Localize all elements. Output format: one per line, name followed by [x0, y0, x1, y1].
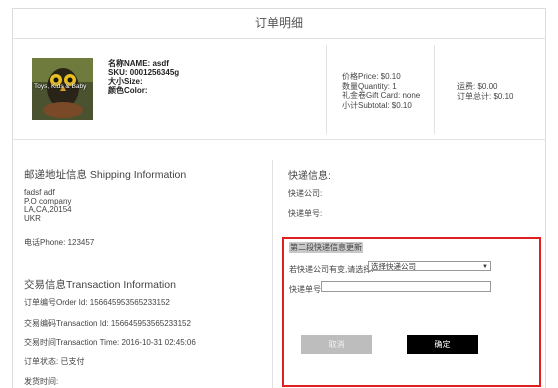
product-row: Toys, Kids & Baby 名称NAME: asdf SKU: 0001… — [12, 39, 546, 140]
express-heading: 快递信息: — [288, 171, 331, 182]
transaction-heading: 交易信息Transaction Information — [24, 279, 176, 291]
divider — [326, 45, 327, 134]
chevron-down-icon: ▼ — [482, 264, 488, 270]
product-info: 名称NAME: asdf SKU: 0001256345g 大小Size: 颜色… — [108, 59, 179, 95]
order-total: 订单总计: $0.10 — [457, 91, 514, 101]
express-company: 快递公司: — [288, 189, 323, 198]
transaction-id: 交易编码Transaction Id: 156645953565233152 — [24, 319, 191, 328]
product-image-caption: Toys, Kids & Baby — [34, 83, 87, 90]
ship-time: 发货时间: — [24, 377, 59, 386]
product-sku: SKU: 0001256345g — [108, 68, 180, 77]
gift-card-value: 礼金卷Gift Card: none — [342, 91, 421, 100]
product-size: 大小Size: — [108, 77, 143, 86]
address-line: UKR — [24, 213, 41, 223]
price-value: 价格Price: $0.10 — [342, 72, 401, 81]
express-company-select[interactable]: 选择快递公司 ▼ — [368, 261, 491, 271]
confirm-button[interactable]: 确定 — [407, 335, 478, 354]
shipping-heading: 邮递地址信息 Shipping Information — [24, 169, 187, 181]
pricing-info: 价格Price: $0.10 数量Quantity: 1 礼金卷Gift Car… — [342, 72, 420, 110]
order-status: 订单状态: 已支付 — [24, 357, 85, 366]
update-form-title: 第二段快递信息更新 — [289, 242, 363, 253]
subtotal-value: 小计Subtotal: $0.10 — [342, 100, 412, 110]
shipping-address: fadsf adf P.O company LA,CA,20154 UKR — [24, 188, 72, 223]
order-lower-section: 邮递地址信息 Shipping Information fadsf adf P.… — [12, 140, 546, 388]
company-select-label: 若快递公司有变,请选择: — [289, 265, 374, 274]
tracking-number-label: 快递单号: — [289, 285, 324, 294]
transaction-time: 交易时间Transaction Time: 2016-10-31 02:45:0… — [24, 338, 196, 347]
divider — [434, 45, 435, 134]
cancel-button[interactable]: 取消 — [301, 335, 372, 354]
express-company-select-value: 选择快递公司 — [371, 262, 416, 271]
express-tracking: 快递单号: — [288, 209, 323, 218]
shipping-fee: 运费: $0.00 — [457, 82, 498, 91]
express-update-form: 第二段快递信息更新 若快递公司有变,请选择: 选择快递公司 ▼ 快递单号: 取消… — [282, 237, 541, 387]
product-image[interactable]: Toys, Kids & Baby — [32, 58, 93, 120]
order-id: 订单编号Order Id: 156645953565233152 — [24, 298, 170, 307]
quantity-value: 数量Quantity: 1 — [342, 81, 397, 91]
divider — [272, 160, 273, 388]
tracking-number-input[interactable] — [321, 281, 491, 292]
product-name: 名称NAME: asdf — [108, 59, 169, 68]
shipping-phone: 电话Phone: 123457 — [24, 238, 95, 247]
product-color: 颜色Color: — [108, 86, 148, 95]
page-title: 订单明细 — [12, 8, 546, 39]
order-totals: 运费: $0.00 订单总计: $0.10 — [457, 82, 513, 101]
